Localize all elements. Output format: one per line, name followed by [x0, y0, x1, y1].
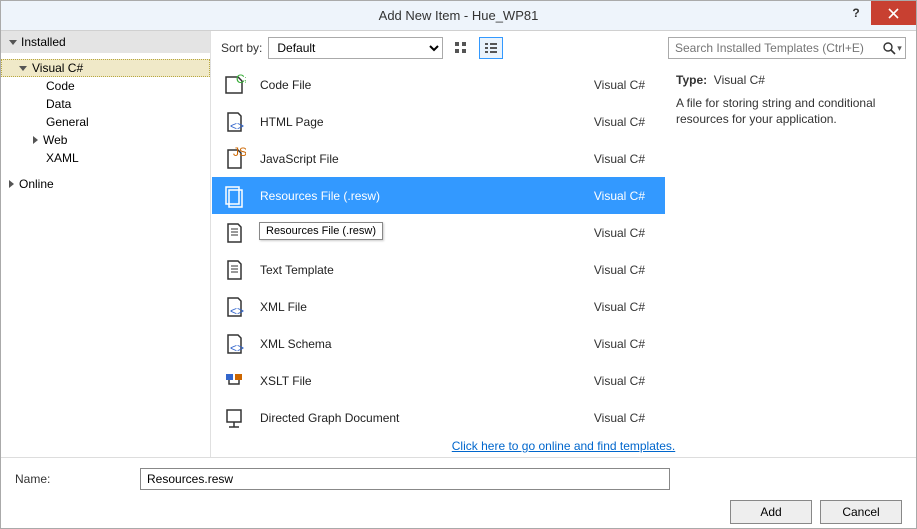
search-icon	[882, 41, 896, 55]
close-icon	[888, 8, 899, 19]
template-item[interactable]: Directed Graph Document Visual C#	[212, 399, 665, 430]
template-lang: Visual C#	[594, 152, 655, 166]
sort-by-label: Sort by:	[221, 41, 262, 55]
svg-text:<>: <>	[230, 304, 244, 318]
sort-by-select[interactable]: Default	[268, 37, 443, 59]
template-lang: Visual C#	[594, 263, 655, 277]
tree-node-web[interactable]: Web	[1, 131, 210, 149]
list-icon	[484, 41, 498, 55]
details-description: A file for storing string and conditiona…	[676, 95, 906, 127]
template-name: Code File	[260, 78, 582, 92]
add-button[interactable]: Add	[730, 500, 812, 524]
template-lang: Visual C#	[594, 374, 655, 388]
template-item[interactable]: XSLT File Visual C#	[212, 362, 665, 399]
svg-text:C#: C#	[236, 73, 246, 86]
template-name: Resources File (.resw)	[260, 189, 582, 203]
template-icon: C#	[220, 71, 248, 99]
template-name: JavaScript File	[260, 152, 582, 166]
template-lang: Visual C#	[594, 337, 655, 351]
template-lang: Visual C#	[594, 411, 655, 425]
search-input[interactable]	[669, 38, 879, 58]
template-lang: Visual C#	[594, 189, 655, 203]
name-input[interactable]	[140, 468, 670, 490]
template-lang: Visual C#	[594, 300, 655, 314]
template-icon: <>	[220, 293, 248, 321]
template-name: Directed Graph Document	[260, 411, 582, 425]
details-pane: Type: Visual C# A file for storing strin…	[666, 65, 916, 431]
template-lang: Visual C#	[594, 115, 655, 129]
template-icon: <>	[220, 330, 248, 358]
tree-node-online[interactable]: Online	[1, 175, 210, 193]
template-icon	[220, 256, 248, 284]
template-item[interactable]: JS JavaScript File Visual C#	[212, 140, 665, 177]
template-icon	[220, 404, 248, 431]
template-icon	[220, 219, 248, 247]
template-icon: JS	[220, 145, 248, 173]
template-lang: Visual C#	[594, 78, 655, 92]
search-box[interactable]: ▾	[668, 37, 906, 59]
template-item[interactable]: Text Template Visual C#	[212, 251, 665, 288]
tree-node-general[interactable]: General	[1, 113, 210, 131]
template-icon	[220, 367, 248, 395]
close-button[interactable]	[871, 1, 916, 25]
details-type: Visual C#	[714, 73, 765, 87]
go-online-link[interactable]: Click here to go online and find templat…	[452, 439, 675, 453]
tree-node-code[interactable]: Code	[1, 77, 210, 95]
template-lang: Visual C#	[594, 226, 655, 240]
sidebar: Installed Visual C# Code Data General We…	[1, 31, 211, 457]
search-icon-button[interactable]: ▾	[879, 41, 905, 55]
cancel-button[interactable]: Cancel	[820, 500, 902, 524]
sidebar-header-installed[interactable]: Installed	[1, 31, 210, 53]
template-item[interactable]: <> XML File Visual C#	[212, 288, 665, 325]
svg-text:<>: <>	[230, 119, 244, 133]
grid-icon	[454, 41, 468, 55]
template-item[interactable]: <> HTML Page Visual C#	[212, 103, 665, 140]
item-tooltip: Resources File (.resw)	[259, 222, 383, 240]
template-name: XSLT File	[260, 374, 582, 388]
title-bar: Add New Item - Hue_WP81 ?	[1, 1, 916, 31]
window-title: Add New Item - Hue_WP81	[1, 8, 916, 23]
view-list-button[interactable]	[479, 37, 503, 59]
template-name: XML File	[260, 300, 582, 314]
chevron-down-icon	[9, 40, 17, 45]
view-grid-button[interactable]	[449, 37, 473, 59]
go-online-link-row: Click here to go online and find templat…	[211, 431, 916, 457]
tree-node-xaml[interactable]: XAML	[1, 149, 210, 167]
template-icon	[220, 182, 248, 210]
help-button[interactable]: ?	[841, 1, 871, 25]
chevron-right-icon	[9, 180, 14, 188]
tree-node-data[interactable]: Data	[1, 95, 210, 113]
template-name: Text Template	[260, 263, 582, 277]
template-list[interactable]: C# Code File Visual C# <> HTML Page Visual C#…	[212, 66, 665, 430]
name-label: Name:	[15, 472, 130, 486]
template-icon: <>	[220, 108, 248, 136]
chevron-right-icon	[33, 136, 38, 144]
template-item[interactable]: <> XML Schema Visual C#	[212, 325, 665, 362]
template-name: XML Schema	[260, 337, 582, 351]
toolbar: Sort by: Default ▾	[211, 31, 916, 65]
template-item[interactable]: Resources File (.resw) Visual C#	[212, 177, 665, 214]
tree-node-visual-csharp[interactable]: Visual C#	[1, 59, 210, 77]
chevron-down-icon	[19, 66, 27, 71]
template-item[interactable]: C# Code File Visual C#	[212, 66, 665, 103]
svg-text:<>: <>	[230, 341, 244, 355]
svg-text:JS: JS	[233, 147, 246, 159]
template-name: HTML Page	[260, 115, 582, 129]
